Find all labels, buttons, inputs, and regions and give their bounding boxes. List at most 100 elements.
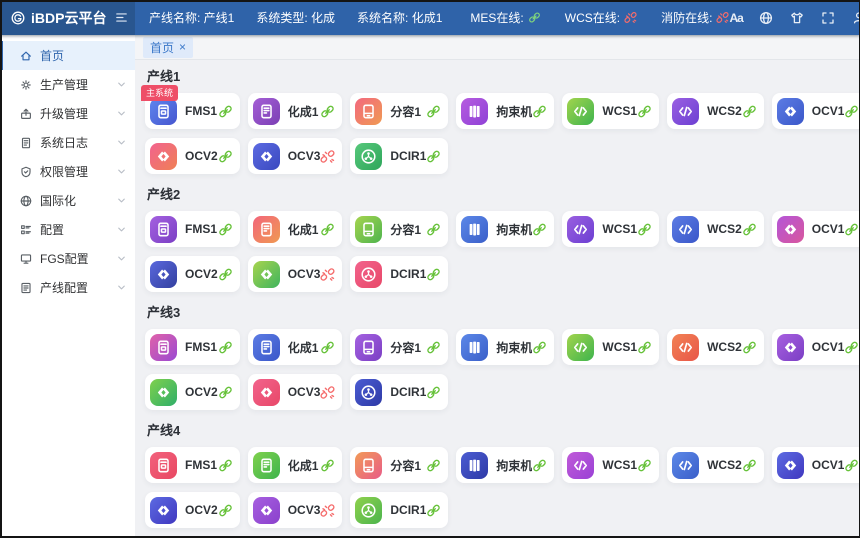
link-icon[interactable] [844, 458, 859, 473]
link-icon[interactable] [218, 222, 233, 237]
link-icon[interactable] [426, 222, 441, 237]
app-card-dcir1[interactable]: DCIR1 [350, 374, 448, 410]
link-icon[interactable] [218, 149, 233, 164]
link-icon[interactable] [844, 104, 859, 119]
link-icon[interactable] [637, 340, 652, 355]
link-icon[interactable] [742, 104, 757, 119]
app-card-dcir1[interactable]: DCIR1 [350, 492, 448, 528]
panel-icon [253, 216, 280, 243]
link-icon[interactable] [218, 458, 233, 473]
app-card-ocv2[interactable]: OCV2 [145, 492, 240, 528]
link-icon[interactable] [320, 104, 335, 119]
link-icon[interactable] [426, 458, 441, 473]
link-icon[interactable] [320, 340, 335, 355]
app-card-jushuji[interactable]: 拘束机 [456, 211, 554, 247]
app-card-huacheng1[interactable]: 化成1 [248, 329, 343, 365]
app-card-ocv1[interactable]: OCV1 [772, 447, 860, 483]
link-icon[interactable] [426, 503, 441, 518]
link-icon[interactable] [426, 340, 441, 355]
app-card-ocv3[interactable]: OCV3 [248, 374, 343, 410]
link-icon[interactable] [426, 267, 441, 282]
app-card-wcs1[interactable]: WCS1 [562, 211, 659, 247]
link-icon[interactable] [637, 222, 652, 237]
link-icon[interactable] [218, 104, 233, 119]
link-icon[interactable] [742, 458, 757, 473]
broken-link-icon[interactable] [320, 267, 335, 282]
link-icon[interactable] [844, 340, 859, 355]
app-card-wcs1[interactable]: WCS1 [562, 93, 659, 129]
broken-link-icon[interactable] [320, 385, 335, 400]
font-size-icon[interactable]: Aa [729, 10, 742, 26]
sidebar-item-production[interactable]: 生产管理 [0, 70, 135, 99]
link-icon[interactable] [844, 222, 859, 237]
app-card-wcs2[interactable]: WCS2 [667, 447, 764, 483]
link-icon[interactable] [426, 149, 441, 164]
app-card-ocv3[interactable]: OCV3 [248, 256, 343, 292]
app-card-ocv3[interactable]: OCV3 [248, 492, 343, 528]
app-card-wcs2[interactable]: WCS2 [667, 93, 764, 129]
link-icon[interactable] [426, 385, 441, 400]
app-card-fms1[interactable]: FMS1 [145, 447, 240, 483]
link-icon[interactable] [218, 385, 233, 400]
link-icon[interactable] [532, 104, 547, 119]
app-card-ocv3[interactable]: OCV3 [248, 138, 343, 174]
app-card-ocv2[interactable]: OCV2 [145, 374, 240, 410]
broken-link-icon[interactable] [320, 149, 335, 164]
tab-home[interactable]: 首页 × [143, 37, 193, 58]
link-icon[interactable] [532, 340, 547, 355]
app-card-ocv1[interactable]: OCV1 [772, 211, 860, 247]
app-card-ocv2[interactable]: OCV2 [145, 256, 240, 292]
sidebar-item-line-config[interactable]: 产线配置 [0, 273, 135, 302]
app-card-dcir1[interactable]: DCIR1 [350, 256, 448, 292]
app-card-wcs2[interactable]: WCS2 [667, 211, 764, 247]
link-icon[interactable] [320, 458, 335, 473]
chevron-down-icon [116, 282, 127, 293]
app-card-jushuji[interactable]: 拘束机 [456, 329, 554, 365]
collapse-menu-icon[interactable] [114, 10, 129, 25]
sidebar-item-permission[interactable]: 权限管理 [0, 157, 135, 186]
app-card-fenrong1[interactable]: 分容1 [350, 329, 448, 365]
sidebar-item-config[interactable]: 配置 [0, 215, 135, 244]
app-card-huacheng1[interactable]: 化成1 [248, 211, 343, 247]
app-card-ocv1[interactable]: OCV1 [772, 329, 860, 365]
broken-link-icon[interactable] [320, 503, 335, 518]
app-card-huacheng1[interactable]: 化成1 [248, 93, 343, 129]
sidebar-item-upgrade[interactable]: 升级管理 [0, 99, 135, 128]
link-icon[interactable] [532, 222, 547, 237]
link-icon[interactable] [218, 340, 233, 355]
app-card-dcir1[interactable]: DCIR1 [350, 138, 448, 174]
app-card-wcs2[interactable]: WCS2 [667, 329, 764, 365]
app-card-wcs1[interactable]: WCS1 [562, 447, 659, 483]
theme-icon[interactable] [789, 10, 805, 26]
app-card-ocv2[interactable]: OCV2 [145, 138, 240, 174]
link-icon[interactable] [742, 222, 757, 237]
link-icon[interactable] [218, 503, 233, 518]
code-icon [567, 98, 594, 125]
app-card-jushuji[interactable]: 拘束机 [456, 447, 554, 483]
sidebar-item-home[interactable]: 首页 [0, 41, 135, 70]
app-card-fenrong1[interactable]: 分容1 [350, 211, 448, 247]
sidebar-item-i18n[interactable]: 国际化 [0, 186, 135, 215]
app-card-wcs1[interactable]: WCS1 [562, 329, 659, 365]
app-card-fenrong1[interactable]: 分容1 [350, 447, 448, 483]
link-icon[interactable] [320, 222, 335, 237]
app-card-fenrong1[interactable]: 分容1 [350, 93, 448, 129]
link-icon[interactable] [637, 104, 652, 119]
app-card-huacheng1[interactable]: 化成1 [248, 447, 343, 483]
app-card-fms1[interactable]: FMS1 [145, 329, 240, 365]
app-card-fms1[interactable]: FMS1 [145, 211, 240, 247]
app-card-fms1[interactable]: 主系统 FMS1 [145, 93, 240, 129]
link-icon[interactable] [532, 458, 547, 473]
link-icon[interactable] [637, 458, 652, 473]
sidebar-item-syslog[interactable]: 系统日志 [0, 128, 135, 157]
app-card-ocv1[interactable]: OCV1 [772, 93, 860, 129]
link-icon[interactable] [742, 340, 757, 355]
app-card-jushuji[interactable]: 拘束机 [456, 93, 554, 129]
sidebar-item-fgs-config[interactable]: FGS配置 [0, 244, 135, 273]
link-icon[interactable] [426, 104, 441, 119]
close-icon[interactable]: × [179, 42, 186, 52]
code-icon [672, 216, 699, 243]
fullscreen-icon[interactable] [820, 10, 836, 26]
link-icon[interactable] [218, 267, 233, 282]
language-icon[interactable] [758, 10, 774, 26]
